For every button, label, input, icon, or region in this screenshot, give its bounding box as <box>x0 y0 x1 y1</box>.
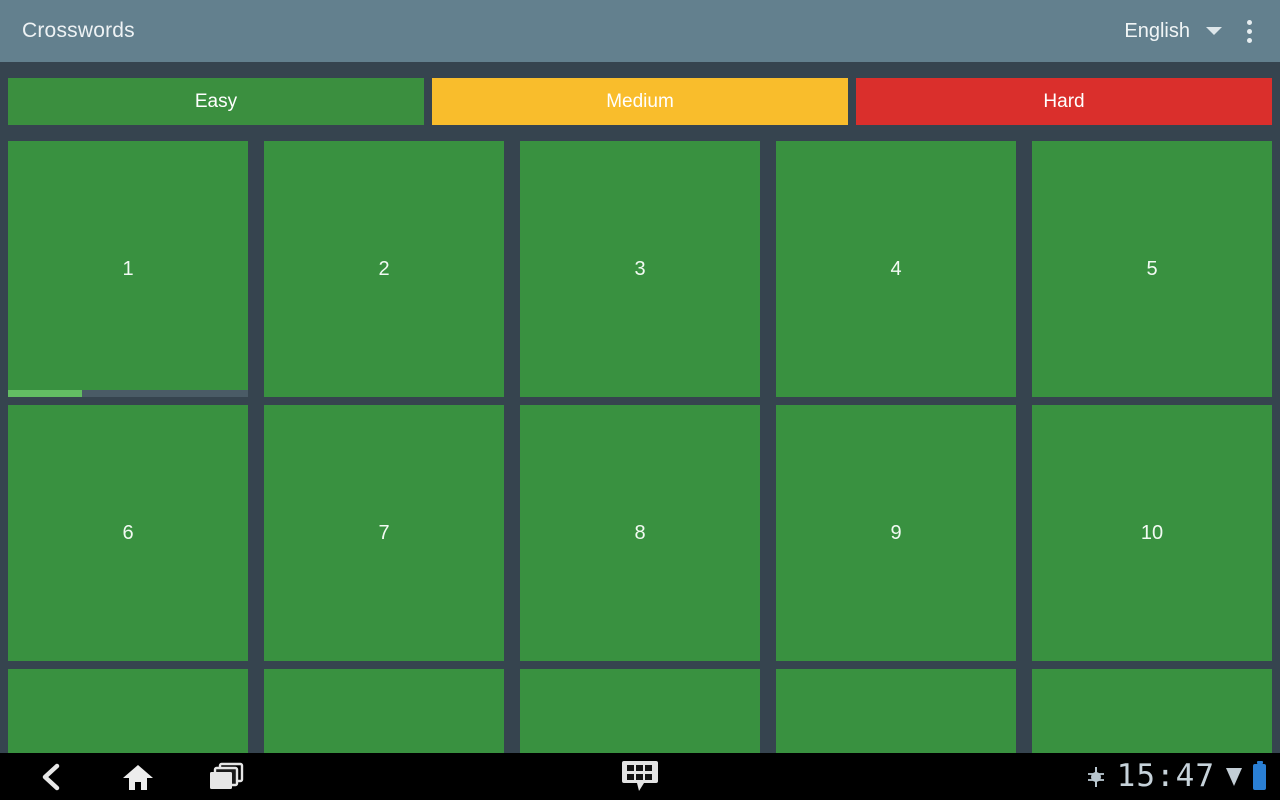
overflow-menu-button[interactable] <box>1232 8 1266 54</box>
back-button[interactable] <box>26 757 74 797</box>
puzzle-tile[interactable] <box>8 669 248 753</box>
battery-icon <box>1253 760 1266 790</box>
puzzle-tile-number: 6 <box>122 521 134 544</box>
keyboard-switcher-button[interactable] <box>620 759 660 795</box>
puzzle-tile[interactable]: 4 <box>776 141 1016 397</box>
puzzle-tile[interactable] <box>520 669 760 753</box>
usb-debug-icon <box>1087 766 1104 787</box>
more-vertical-icon-dot <box>1246 28 1252 34</box>
puzzle-tile[interactable]: 6 <box>8 405 248 661</box>
language-label: English <box>1124 19 1190 42</box>
puzzle-grid[interactable]: 1 2 3 4 5 6 7 8 9 10 <box>0 141 1280 753</box>
chevron-down-icon <box>1206 27 1222 35</box>
puzzle-tile-number: 5 <box>1146 257 1158 280</box>
puzzle-tile[interactable]: 7 <box>264 405 504 661</box>
app-bar: Crosswords English <box>0 0 1280 62</box>
puzzle-tile[interactable]: 8 <box>520 405 760 661</box>
puzzle-tile[interactable]: 3 <box>520 141 760 397</box>
keyboard-switcher-icon <box>622 760 658 791</box>
status-icons: 15:47 <box>1084 758 1280 794</box>
recent-apps-icon <box>210 762 244 789</box>
more-vertical-icon-dot <box>1246 19 1252 25</box>
puzzle-progress-track <box>8 390 248 397</box>
puzzle-tile-number: 8 <box>634 521 646 544</box>
android-screen: Crosswords English Easy Medium Hard 1 2 3 4… <box>0 0 1280 800</box>
language-selector[interactable]: English <box>1116 16 1232 47</box>
puzzle-tile[interactable]: 10 <box>1032 405 1272 661</box>
home-button[interactable] <box>114 757 162 797</box>
tab-hard[interactable]: Hard <box>856 78 1272 125</box>
more-vertical-icon-dot <box>1246 37 1252 43</box>
puzzle-tile-number: 1 <box>122 257 134 280</box>
puzzle-tile[interactable]: 1 <box>8 141 248 397</box>
puzzle-tile-number: 10 <box>1140 521 1164 544</box>
difficulty-tab-bar: Easy Medium Hard <box>0 62 1280 141</box>
puzzle-tile[interactable]: 5 <box>1032 141 1272 397</box>
home-icon <box>123 764 153 790</box>
tab-easy[interactable]: Easy <box>8 78 424 125</box>
page-title: Crosswords <box>22 19 135 42</box>
puzzle-tile-number: 2 <box>378 257 390 280</box>
puzzle-tile[interactable] <box>264 669 504 753</box>
recent-apps-button[interactable] <box>202 757 250 797</box>
signal-icon <box>1226 767 1242 786</box>
back-chevron-icon <box>42 763 60 790</box>
nav-buttons <box>0 757 250 797</box>
puzzle-tile-number: 3 <box>634 257 646 280</box>
puzzle-tile-number: 9 <box>890 521 902 544</box>
system-nav-bar: 15:47 <box>0 753 1280 800</box>
tab-medium[interactable]: Medium <box>432 78 848 125</box>
status-clock: 15:47 <box>1116 758 1215 794</box>
app-bar-actions: English <box>1116 8 1266 54</box>
puzzle-tile[interactable] <box>1032 669 1272 753</box>
puzzle-tile[interactable]: 2 <box>264 141 504 397</box>
puzzle-tile-number: 7 <box>378 521 390 544</box>
puzzle-tile-number: 4 <box>890 257 902 280</box>
puzzle-tile[interactable] <box>776 669 1016 753</box>
puzzle-tile[interactable]: 9 <box>776 405 1016 661</box>
puzzle-progress-fill <box>8 390 83 397</box>
